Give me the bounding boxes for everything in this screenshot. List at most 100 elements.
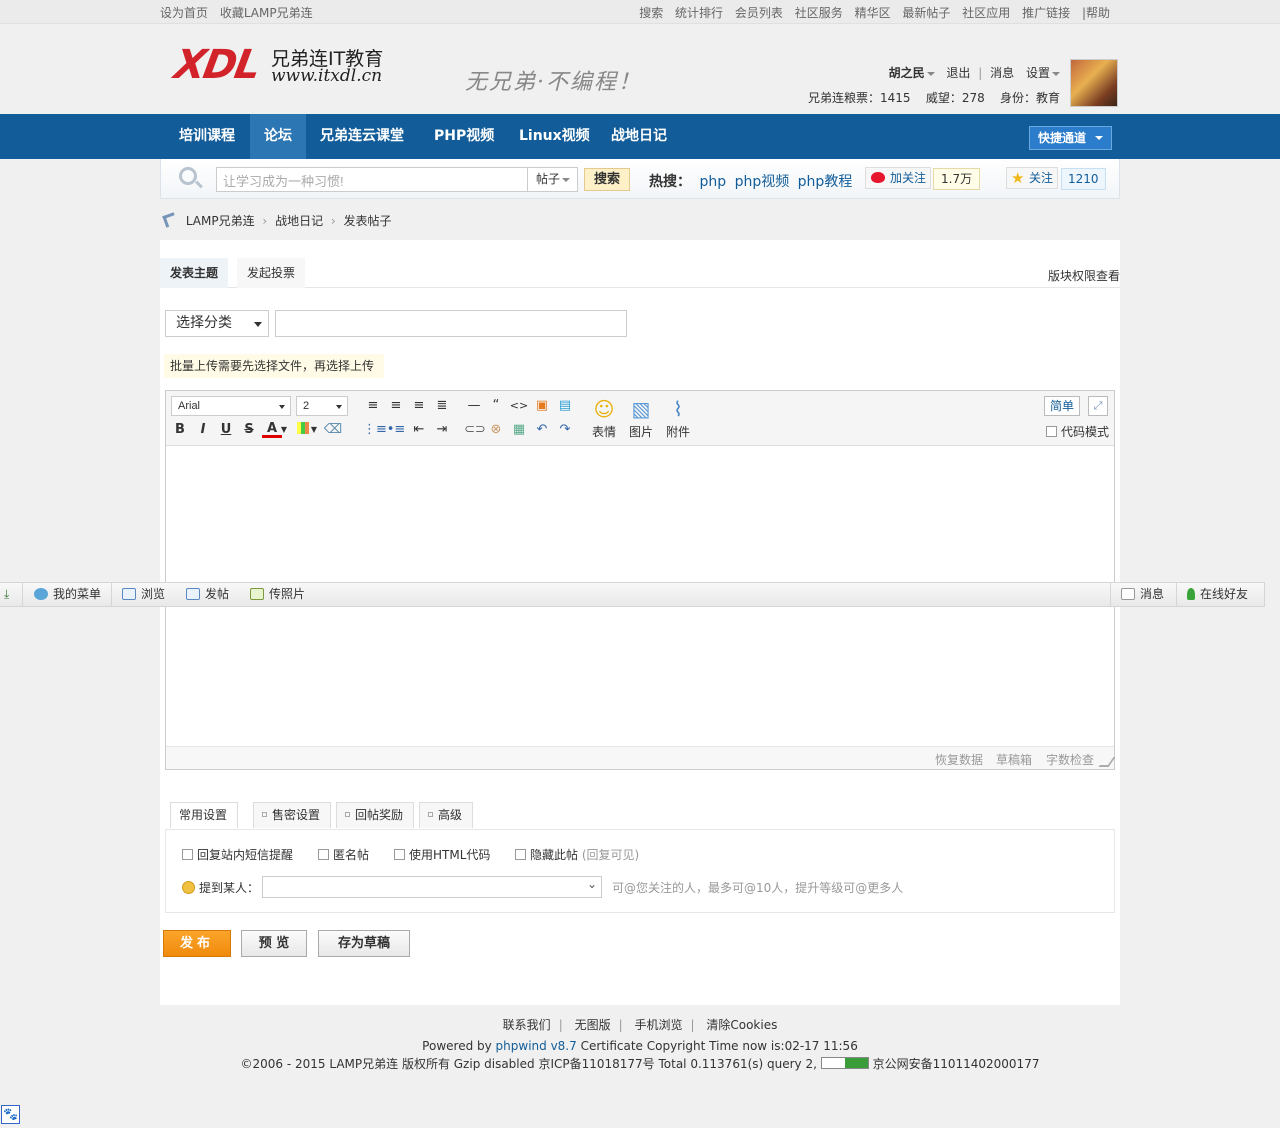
checkbox[interactable] <box>515 849 526 860</box>
italic-icon[interactable]: I <box>193 420 213 440</box>
breadcrumb-item[interactable]: LAMP兄弟连 <box>186 214 255 228</box>
nav-item-cloud-class[interactable]: 兄弟连云课堂 <box>306 114 418 159</box>
option-anonymous[interactable]: 匿名帖 <box>318 846 369 863</box>
table-icon[interactable]: ▦ <box>509 420 529 440</box>
tab-reply-reward[interactable]: 回帖奖励 <box>336 802 415 828</box>
footer-link-mobile[interactable]: 手机浏览 <box>634 1018 682 1032</box>
undo-icon[interactable]: ↶ <box>532 420 552 440</box>
underline-icon[interactable]: U <box>216 420 236 440</box>
title-input[interactable] <box>275 310 627 337</box>
image-button[interactable]: ▧ 图片 <box>626 397 656 440</box>
tab-new-poll[interactable]: 发起投票 <box>237 258 306 288</box>
indent-icon[interactable]: ⇥ <box>432 420 452 440</box>
quote-icon[interactable]: “ <box>486 396 506 416</box>
upload-photo-button[interactable]: 传照片 <box>250 583 305 606</box>
redo-icon[interactable]: ↷ <box>555 420 575 440</box>
align-left-icon[interactable]: ≡ <box>363 396 383 416</box>
unordered-list-icon[interactable]: •≡ <box>386 420 406 440</box>
top-link-promo[interactable]: 推广链接 <box>1022 6 1070 20</box>
save-draft-button[interactable]: 存为草稿 <box>318 930 410 957</box>
follow-button[interactable]: 关注 <box>1006 167 1059 189</box>
bookmark-link[interactable]: 收藏LAMP兄弟连 <box>220 6 313 20</box>
quick-access-button[interactable]: 快捷通道 <box>1029 126 1112 150</box>
breadcrumb-item[interactable]: 战地日记 <box>275 214 323 228</box>
resize-handle[interactable] <box>1098 757 1116 767</box>
chevron-down-icon[interactable]: ▼ <box>310 420 318 440</box>
unlink-icon[interactable]: ⊗ <box>486 420 506 440</box>
emoji-button[interactable]: ☺ 表情 <box>589 397 619 440</box>
online-friends-button[interactable]: 在线好友 <box>1187 583 1248 606</box>
back-arrow-icon[interactable] <box>162 213 176 227</box>
font-size-select[interactable]: 2 <box>296 396 348 416</box>
permissions-link[interactable]: 版块权限查看 <box>1048 267 1120 284</box>
download-icon[interactable]: ⤓ <box>4 583 9 606</box>
paw-icon[interactable]: 🐾 <box>1 1105 20 1124</box>
align-justify-icon[interactable]: ≣ <box>432 396 452 416</box>
new-post-button[interactable]: 发帖 <box>186 583 229 606</box>
footer-link-noimage[interactable]: 无图版 <box>575 1018 611 1032</box>
nav-item-php-video[interactable]: PHP视频 <box>420 114 508 159</box>
username[interactable]: 胡之民 <box>889 66 925 80</box>
chevron-down-icon[interactable] <box>926 71 935 76</box>
hot-term-php-tutorial[interactable]: php教程 <box>798 174 853 190</box>
nav-item-courses[interactable]: 培训课程 <box>165 114 249 159</box>
nav-item-diary[interactable]: 战地日记 <box>597 114 681 159</box>
flash-icon[interactable]: ▣ <box>532 396 552 416</box>
drafts-link[interactable]: 草稿箱 <box>996 751 1032 768</box>
mention-input[interactable]: ⌄ <box>262 876 602 898</box>
search-input[interactable]: 让学习成为一种习惯! <box>216 167 528 192</box>
restore-data-link[interactable]: 恢复数据 <box>935 751 983 768</box>
cnzz-badge-icon[interactable] <box>820 1057 869 1069</box>
checkbox[interactable] <box>182 849 193 860</box>
option-hide-post[interactable]: 隐藏此帖 (回复可见) <box>515 846 639 863</box>
link-icon[interactable]: ⊂⊃ <box>464 420 486 440</box>
fullscreen-icon[interactable]: ⤢ <box>1088 396 1108 416</box>
hot-term-php-video[interactable]: php视频 <box>735 174 790 190</box>
category-select[interactable]: 选择分类 <box>165 310 269 337</box>
attachment-button[interactable]: ⌇ 附件 <box>663 397 693 440</box>
search-button[interactable]: 搜索 <box>584 168 630 191</box>
align-right-icon[interactable]: ≡ <box>409 396 429 416</box>
top-link-latest[interactable]: 最新帖子 <box>902 6 950 20</box>
messages-link[interactable]: 消息 <box>990 66 1014 80</box>
tab-common-settings[interactable]: 常用设置 <box>170 802 239 828</box>
top-link-help[interactable]: |帮助 <box>1082 6 1110 20</box>
chevron-down-icon[interactable] <box>1052 71 1060 76</box>
code-mode-checkbox[interactable] <box>1046 426 1057 437</box>
font-family-select[interactable]: Arial <box>171 396 291 416</box>
option-reply-notify[interactable]: 回复站内短信提醒 <box>182 846 293 863</box>
footer-link-contact[interactable]: 联系我们 <box>503 1018 551 1032</box>
nav-item-linux-video[interactable]: Linux视频 <box>505 114 604 159</box>
code-icon[interactable]: <> <box>509 396 529 416</box>
top-link-stats[interactable]: 统计排行 <box>675 6 723 20</box>
set-homepage-link[interactable]: 设为首页 <box>160 6 208 20</box>
phpwind-link[interactable]: phpwind v8.7 <box>496 1039 577 1053</box>
simple-mode-button[interactable]: 简单 <box>1044 396 1080 416</box>
nav-item-forum[interactable]: 论坛 <box>250 114 306 159</box>
publish-button[interactable]: 发布 <box>163 930 231 957</box>
clear-format-icon[interactable]: ⌫ <box>323 420 343 440</box>
settings-link[interactable]: 设置 <box>1026 66 1050 80</box>
horizontal-rule-icon[interactable]: — <box>464 396 484 416</box>
tab-sell-settings[interactable]: 售密设置 <box>253 802 332 828</box>
media-icon[interactable]: ▤ <box>555 396 575 416</box>
preview-button[interactable]: 预 览 <box>241 930 307 957</box>
font-color-icon[interactable]: A <box>262 420 282 438</box>
ordered-list-icon[interactable]: ⋮≡ <box>363 420 387 440</box>
bold-icon[interactable]: B <box>170 420 190 440</box>
align-center-icon[interactable]: ≡ <box>386 396 406 416</box>
top-link-apps[interactable]: 社区应用 <box>962 6 1010 20</box>
my-menu-button[interactable]: 我的菜单 <box>34 583 101 606</box>
logout-link[interactable]: 退出 <box>946 66 970 80</box>
top-link-members[interactable]: 会员列表 <box>735 6 783 20</box>
tab-advanced[interactable]: 高级 <box>419 802 474 828</box>
code-mode-toggle[interactable]: 代码模式 <box>1046 423 1109 440</box>
footer-link-clear-cookies[interactable]: 清除Cookies <box>706 1018 777 1032</box>
top-link-search[interactable]: 搜索 <box>639 6 663 20</box>
strikethrough-icon[interactable]: S <box>239 420 259 440</box>
top-link-digest[interactable]: 精华区 <box>855 6 891 20</box>
browse-button[interactable]: 浏览 <box>122 583 165 606</box>
avatar[interactable] <box>1070 59 1118 107</box>
police-record[interactable]: 京公网安备11011402000177 <box>873 1057 1040 1071</box>
chevron-down-icon[interactable]: ⌄ <box>587 877 597 891</box>
